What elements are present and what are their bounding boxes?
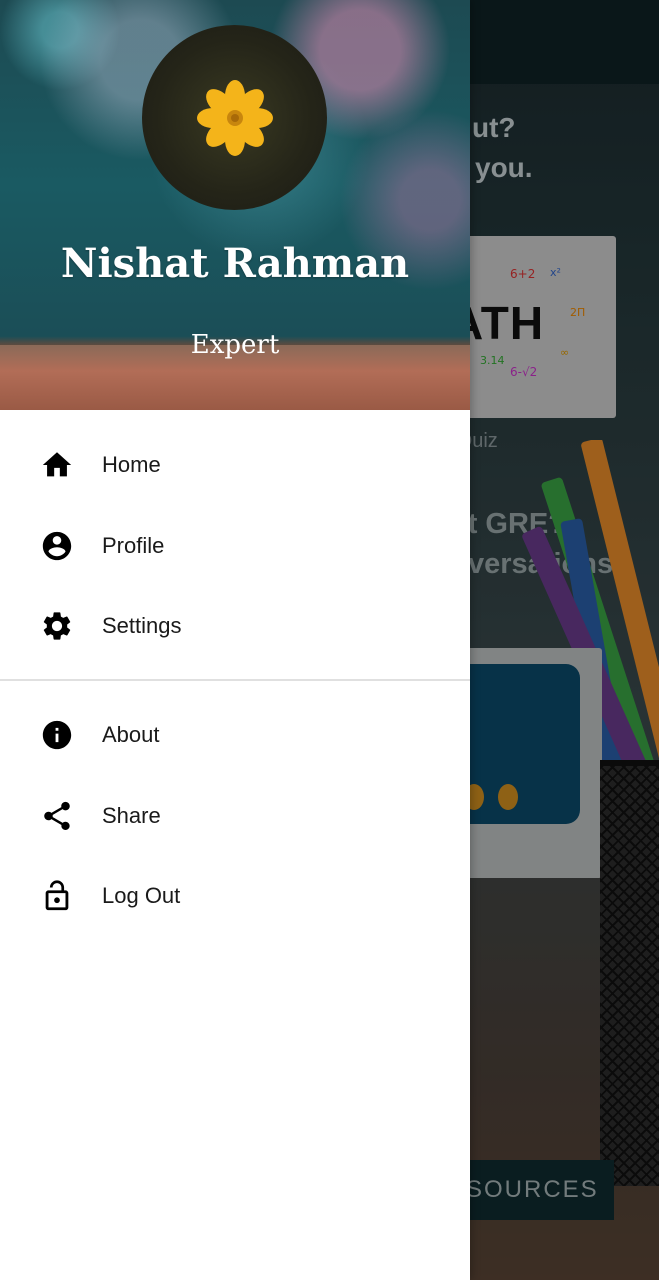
menu-item-label: Profile	[102, 532, 165, 558]
menu-divider	[0, 679, 470, 681]
drawer-secondary-menu: About Share Log Out	[0, 695, 470, 937]
flower-icon	[196, 79, 273, 156]
home-icon	[40, 448, 74, 482]
menu-item-profile[interactable]: Profile	[0, 506, 470, 587]
lock-open-icon	[40, 879, 74, 913]
info-icon	[40, 718, 74, 752]
menu-item-share[interactable]: Share	[0, 776, 470, 857]
menu-item-home[interactable]: Home	[0, 425, 470, 506]
drawer-primary-menu: Home Profile Settings	[0, 425, 470, 667]
menu-item-label: Home	[102, 452, 161, 478]
menu-item-label: Log Out	[102, 883, 181, 909]
menu-item-label: Share	[102, 802, 161, 828]
account-circle-icon	[40, 529, 74, 563]
user-name: Nishat Rahman	[60, 240, 410, 287]
menu-item-label: About	[102, 722, 160, 748]
drawer-header: Nishat Rahman Expert	[0, 0, 470, 410]
menu-item-label: Settings	[102, 613, 182, 639]
avatar[interactable]	[142, 25, 327, 210]
menu-item-about[interactable]: About	[0, 695, 470, 776]
share-icon	[40, 799, 74, 833]
menu-item-log-out[interactable]: Log Out	[0, 856, 470, 937]
gear-icon	[40, 609, 74, 643]
navigation-drawer: Nishat Rahman Expert Home Profile Settin…	[0, 0, 470, 1280]
menu-item-settings[interactable]: Settings	[0, 586, 470, 667]
user-role: Expert	[190, 330, 280, 360]
